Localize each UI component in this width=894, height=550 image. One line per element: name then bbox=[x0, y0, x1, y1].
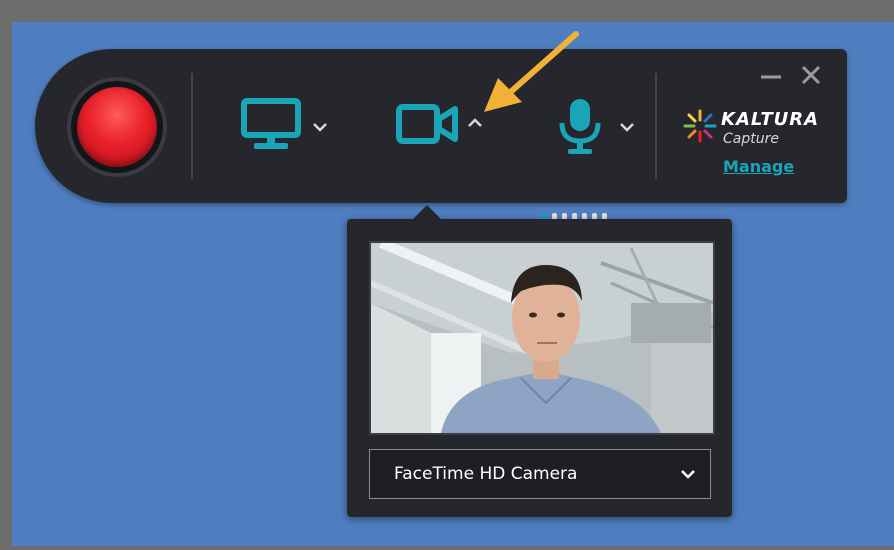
close-icon[interactable] bbox=[799, 63, 823, 87]
camera-preview-popover: FaceTime HD Camera bbox=[347, 205, 732, 517]
camera-select-dropdown[interactable]: FaceTime HD Camera bbox=[369, 449, 711, 499]
window-controls bbox=[759, 63, 829, 87]
brand-subtitle: Capture bbox=[723, 131, 779, 147]
brand-name: KALTURA bbox=[721, 109, 820, 130]
chevron-down-icon bbox=[681, 470, 695, 479]
record-button[interactable] bbox=[67, 77, 167, 177]
monitor-icon bbox=[241, 98, 301, 149]
minimize-icon[interactable] bbox=[759, 63, 783, 87]
chevron-up-icon bbox=[468, 118, 482, 127]
kaltura-capture-brand: KALTURA Capture Manage bbox=[683, 107, 833, 187]
kaltura-logo-icon bbox=[683, 109, 717, 143]
toolbar-divider bbox=[191, 73, 193, 179]
video-camera-icon bbox=[396, 104, 458, 144]
screen-source-dropdown[interactable] bbox=[240, 97, 340, 157]
annotation-arrow-icon bbox=[484, 31, 579, 112]
chevron-down-icon bbox=[620, 123, 634, 132]
chevron-down-icon bbox=[313, 123, 327, 132]
camera-select-value: FaceTime HD Camera bbox=[394, 464, 578, 484]
capture-toolbar: KALTURA Capture Manage bbox=[35, 49, 847, 227]
manage-link[interactable]: Manage bbox=[723, 157, 794, 176]
webcam-feed-image bbox=[371, 243, 713, 433]
camera-preview bbox=[369, 241, 715, 435]
toolbar-divider bbox=[655, 73, 657, 179]
